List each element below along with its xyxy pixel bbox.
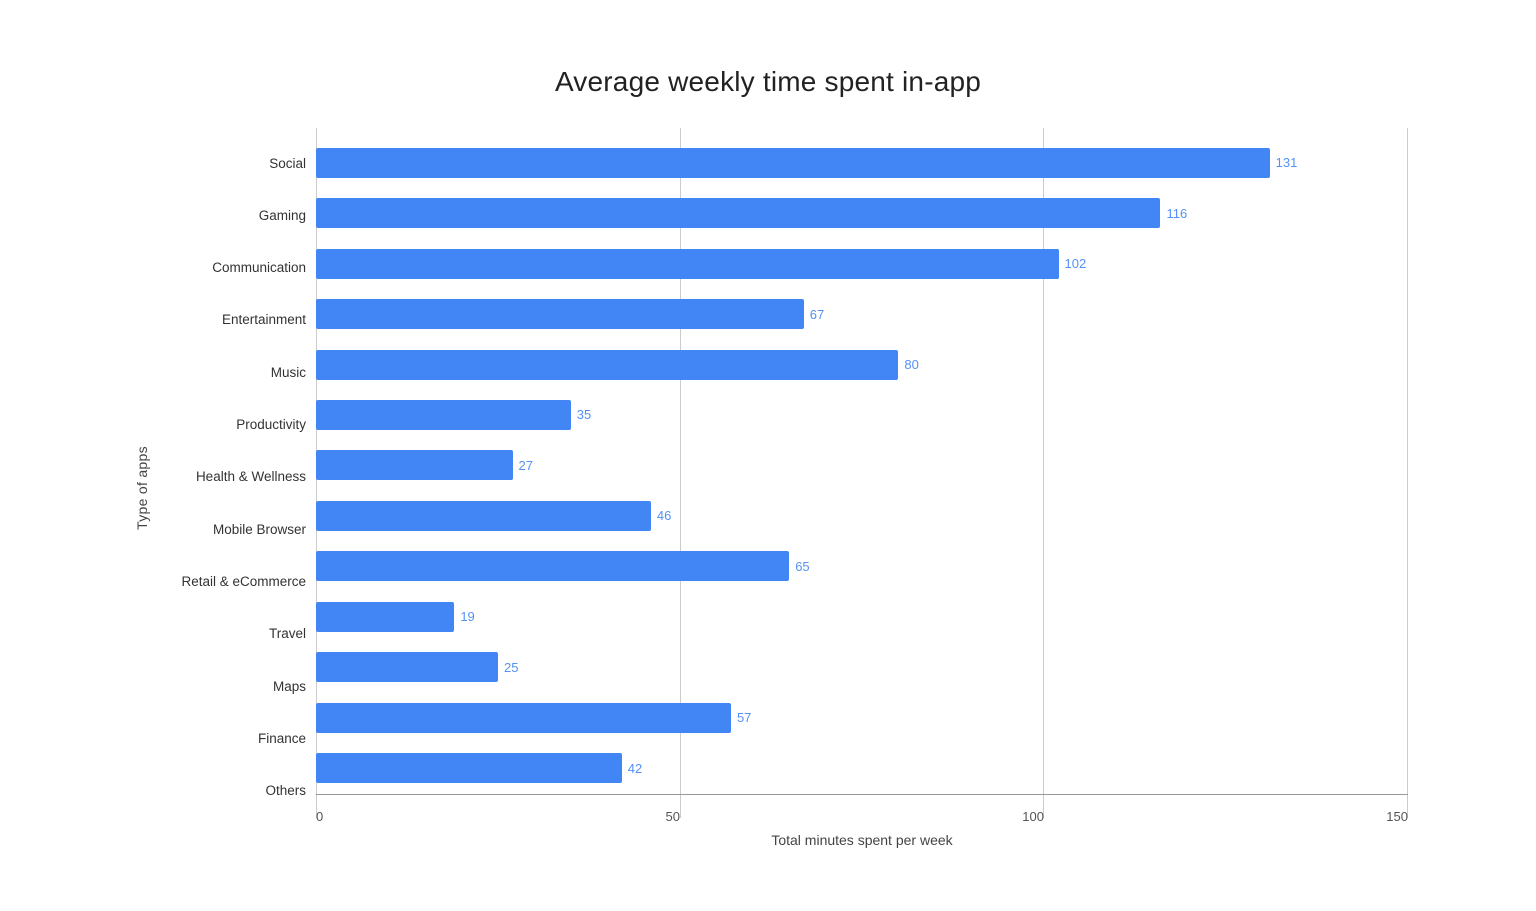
bar [316,753,622,783]
bar-row: 42 [316,749,1408,787]
y-axis-label: Type of apps [134,446,150,530]
x-tick-label: 150 [1386,809,1408,824]
bar [316,703,731,733]
bar-row: 27 [316,446,1408,484]
bar-row: 25 [316,648,1408,686]
bar-row: 35 [316,396,1408,434]
bar-row: 46 [316,497,1408,535]
bar [316,652,498,682]
y-category-label: Finance [156,731,306,747]
bar [316,350,898,380]
bars-section: 131 116 102 67 80 35 27 46 65 19 25 57 42 [316,128,1408,794]
bar-row: 57 [316,699,1408,737]
bottom-area: 0 50 100 150 Total minutes spent per week [316,794,1408,848]
y-category-label: Health & Wellness [156,469,306,485]
y-category-label: Productivity [156,417,306,433]
bar-row: 65 [316,547,1408,585]
y-category-label: Entertainment [156,312,306,328]
y-category-label: Maps [156,679,306,695]
bar-value-label: 27 [519,458,533,473]
bar-value-label: 67 [810,307,824,322]
bar [316,249,1059,279]
chart-container: Average weekly time spent in-app Type of… [68,26,1468,886]
bar-value-label: 19 [460,609,474,624]
bar-value-label: 57 [737,710,751,725]
y-category-label: Communication [156,260,306,276]
x-axis-label: Total minutes spent per week [316,832,1408,848]
bar [316,148,1270,178]
x-tick-label: 50 [666,809,680,824]
bar-row: 67 [316,295,1408,333]
chart-area: Type of apps Social Gaming Communication En… [128,128,1408,848]
bar [316,602,454,632]
bar-row: 102 [316,245,1408,283]
y-category-label: Gaming [156,208,306,224]
bar [316,551,789,581]
bar-value-label: 116 [1166,206,1187,221]
bar-row: 116 [316,194,1408,232]
x-tick-label: 0 [316,809,323,824]
y-category-label: Retail & eCommerce [156,574,306,590]
bar-value-label: 65 [795,559,809,574]
y-category-label: Others [156,783,306,799]
bar-value-label: 42 [628,761,642,776]
y-category-label: Social [156,156,306,172]
y-category-label: Travel [156,626,306,642]
y-category-label: Music [156,365,306,381]
y-categories: Social Gaming Communication Entertainment Mu… [156,128,316,848]
bar [316,299,804,329]
bar-row: 80 [316,346,1408,384]
bar [316,400,571,430]
bar-row: 131 [316,144,1408,182]
x-ticks: 0 50 100 150 [316,805,1408,824]
bar-value-label: 46 [657,508,671,523]
bar [316,450,513,480]
bar-row: 19 [316,598,1408,636]
bar-value-label: 102 [1065,256,1087,271]
x-tick-label: 100 [1022,809,1044,824]
bar [316,501,651,531]
x-axis: 0 50 100 150 [316,794,1408,824]
chart-title: Average weekly time spent in-app [128,66,1408,98]
bars-and-grid: 131 116 102 67 80 35 27 46 65 19 25 57 42 0 50 100 150 … [316,128,1408,848]
y-category-label: Mobile Browser [156,522,306,538]
bar-value-label: 131 [1276,155,1298,170]
bar-value-label: 35 [577,407,591,422]
bar-value-label: 80 [904,357,918,372]
bar [316,198,1160,228]
bar-value-label: 25 [504,660,518,675]
y-axis-label-container: Type of apps [128,128,156,848]
